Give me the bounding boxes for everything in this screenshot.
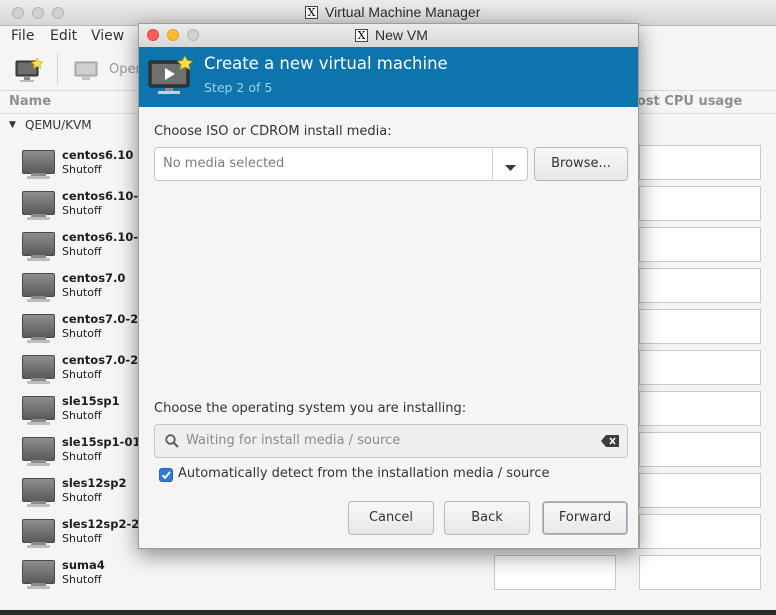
x11-icon: X [355,29,368,42]
monitor-icon [22,437,55,467]
banner-step: Step 2 of 5 [204,80,273,95]
monitor-icon [22,191,55,221]
vm-status: Shutoff [62,368,102,381]
menu-view[interactable]: View [91,28,124,44]
vm-name: sles12sp2 [62,476,127,490]
dialog-titlebar: X New VM [139,24,638,48]
media-combo-value: No media selected [163,156,285,171]
vm-status: Shutoff [62,491,102,504]
media-combo[interactable]: No media selected [154,147,528,181]
close-button[interactable] [12,7,24,19]
forward-button[interactable]: Forward [542,501,628,535]
host-cpu-graph [639,227,761,262]
dialog-minimize-button[interactable] [167,29,179,41]
new-vm-icon[interactable] [15,57,44,84]
host-cpu-graph [639,350,761,385]
monitor-icon [22,273,55,303]
banner-title: Create a new virtual machine [204,54,448,73]
vm-name: centos7.0-2 [62,353,139,367]
host-cpu-graph [639,391,761,426]
monitor-icon [22,478,55,508]
vm-name: centos6.10 [62,148,134,162]
vm-name: centos6.10- [62,189,139,203]
dialog-banner: Create a new virtual machine Step 2 of 5 [139,47,638,107]
cancel-button[interactable]: Cancel [348,501,434,535]
monitor-icon [22,560,55,590]
os-search-placeholder: Waiting for install media / source [186,433,401,448]
monitor-icon [22,519,55,549]
vm-name: sle15sp1-01 [62,435,141,449]
vm-status: Shutoff [62,573,102,586]
host-cpu-graph [639,186,761,221]
vm-name: centos7.0-2 [62,312,139,326]
host-cpu-graph [639,555,761,590]
dropdown-arrow-icon[interactable] [505,161,516,176]
vm-status: Shutoff [62,409,102,422]
monitor-icon [22,232,55,262]
group-label: QEMU/KVM [25,118,92,132]
vm-status: Shutoff [62,532,102,545]
back-button[interactable]: Back [444,501,530,535]
monitor-icon [22,396,55,426]
expander-icon[interactable]: ▼ [9,120,16,130]
monitor-icon [22,314,55,344]
vm-status: Shutoff [62,204,102,217]
browse-button[interactable]: Browse... [534,147,628,181]
dialog-title: New VM [375,27,428,43]
search-icon [165,434,179,452]
monitor-icon [22,355,55,385]
vm-name: suma4 [62,558,105,572]
toolbar-separator [57,54,58,84]
vm-status: Shutoff [62,450,102,463]
menu-file[interactable]: File [11,28,34,44]
autodetect-label[interactable]: Automatically detect from the installati… [178,466,549,481]
vm-status: Shutoff [62,327,102,340]
host-cpu-graph [639,309,761,344]
window-title: Virtual Machine Manager [325,4,481,20]
host-cpu-graph [639,268,761,303]
os-search-field[interactable]: Waiting for install media / source [154,424,628,458]
menu-edit[interactable]: Edit [50,28,77,44]
clear-icon[interactable] [601,435,619,451]
guest-cpu-graph [494,555,616,590]
column-cpu[interactable]: Host CPU usage [626,94,742,109]
vm-name: sle15sp1 [62,394,120,408]
media-label: Choose ISO or CDROM install media: [154,124,392,139]
dialog-zoom-button[interactable] [187,29,199,41]
host-cpu-graph [639,432,761,467]
host-cpu-graph [639,514,761,549]
monitor-icon [22,150,55,180]
vm-status: Shutoff [62,163,102,176]
vm-name: sles12sp2-2 [62,517,140,531]
vm-status: Shutoff [62,245,102,258]
combo-divider [492,148,493,180]
new-vm-dialog: X New VM Create a new virtual machine St… [138,23,639,549]
zoom-button[interactable] [52,7,64,19]
host-cpu-graph [639,473,761,508]
vm-name: centos7.0 [62,271,126,285]
host-cpu-graph [639,145,761,180]
vm-status: Shutoff [62,286,102,299]
vm-name: centos6.10- [62,230,139,244]
autodetect-checkbox[interactable] [159,468,173,482]
column-name[interactable]: Name [9,94,51,109]
new-vm-banner-icon [148,55,194,96]
vm-row[interactable]: suma4 Shutoff [0,555,776,596]
os-label: Choose the operating system you are inst… [154,401,467,416]
x11-icon: X [305,6,318,19]
minimize-button[interactable] [32,7,44,19]
dialog-close-button[interactable] [147,29,159,41]
open-vm-icon[interactable] [74,61,98,81]
